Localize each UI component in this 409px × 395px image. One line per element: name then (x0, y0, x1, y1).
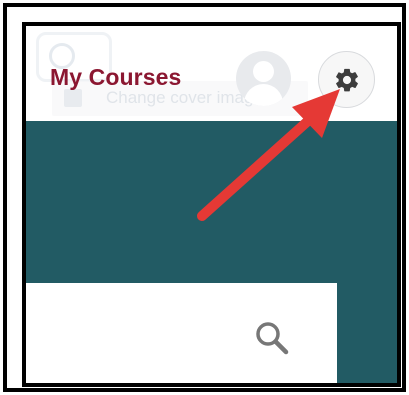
search-icon[interactable] (251, 317, 293, 359)
gear-icon (335, 68, 358, 91)
search-panel (26, 283, 337, 383)
user-avatar-icon (253, 61, 274, 82)
screenshot-frame-outer: Change cover image My Courses (3, 3, 406, 392)
image-icon (64, 89, 82, 107)
avatar[interactable] (236, 51, 291, 106)
user-avatar-body (244, 84, 283, 106)
course-header: Change cover image My Courses (26, 26, 397, 121)
page-title: My Courses (50, 64, 182, 90)
settings-button[interactable] (318, 51, 375, 108)
screenshot-frame-inner: Change cover image My Courses (22, 22, 401, 387)
course-page: Change cover image My Courses (26, 26, 397, 383)
